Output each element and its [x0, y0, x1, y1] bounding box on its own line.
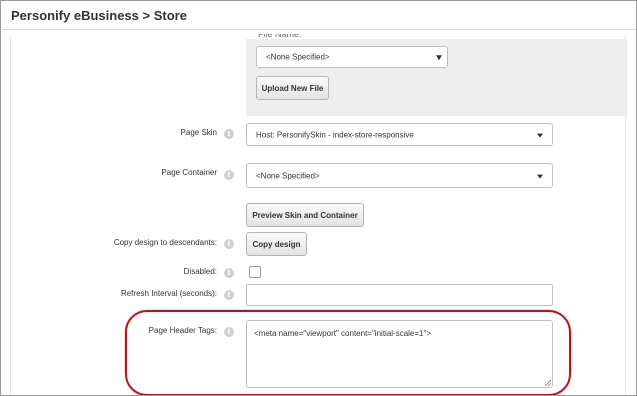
page-title: Personify eBusiness > Store [11, 8, 187, 23]
disabled-checkbox[interactable] [249, 266, 261, 278]
page-header-tags-label: Page Header Tags: [148, 326, 217, 335]
file-name-label: File Name: [258, 29, 302, 39]
page-skin-value: Host: PersonifySkin - index-store-respon… [256, 130, 414, 139]
title-bar: Personify eBusiness > Store [2, 2, 636, 30]
disabled-label: Disabled: [183, 267, 217, 276]
info-icon[interactable]: i [224, 239, 234, 249]
info-icon[interactable]: i [224, 327, 234, 337]
info-icon[interactable]: i [224, 268, 234, 278]
info-icon[interactable]: i [224, 170, 234, 180]
info-icon[interactable]: i [224, 129, 234, 139]
page-header-tags-textarea[interactable]: <meta name="viewport" content="initial-s… [246, 320, 553, 388]
upload-new-file-button[interactable]: Upload New File [256, 76, 329, 100]
file-select-value: <None Specified> [266, 52, 330, 62]
file-select[interactable]: <None Specified> [256, 46, 448, 68]
page-container-label: Page Container [161, 168, 217, 177]
copy-design-label: Copy design to descendants: [113, 238, 217, 247]
chevron-down-icon [436, 55, 442, 61]
page-skin-label: Page Skin [180, 128, 217, 137]
resize-handle[interactable] [545, 380, 551, 386]
refresh-interval-label: Refresh Interval (seconds): [120, 289, 217, 298]
preview-skin-container-button[interactable]: Preview Skin and Container [246, 203, 364, 227]
page-skin-select[interactable]: Host: PersonifySkin - index-store-respon… [246, 123, 553, 146]
page-header-tags-value: <meta name="viewport" content="initial-s… [254, 329, 432, 338]
page-container-select[interactable]: <None Specified> [246, 163, 553, 188]
info-icon[interactable]: i [224, 290, 234, 300]
chevron-down-icon [537, 174, 543, 179]
chevron-down-icon [537, 133, 543, 138]
screenshot-frame: Personify eBusiness > Store File Name: <… [0, 0, 637, 396]
page-container-value: <None Specified> [256, 171, 320, 180]
refresh-interval-input[interactable] [246, 284, 553, 306]
copy-design-button[interactable]: Copy design [246, 232, 307, 256]
